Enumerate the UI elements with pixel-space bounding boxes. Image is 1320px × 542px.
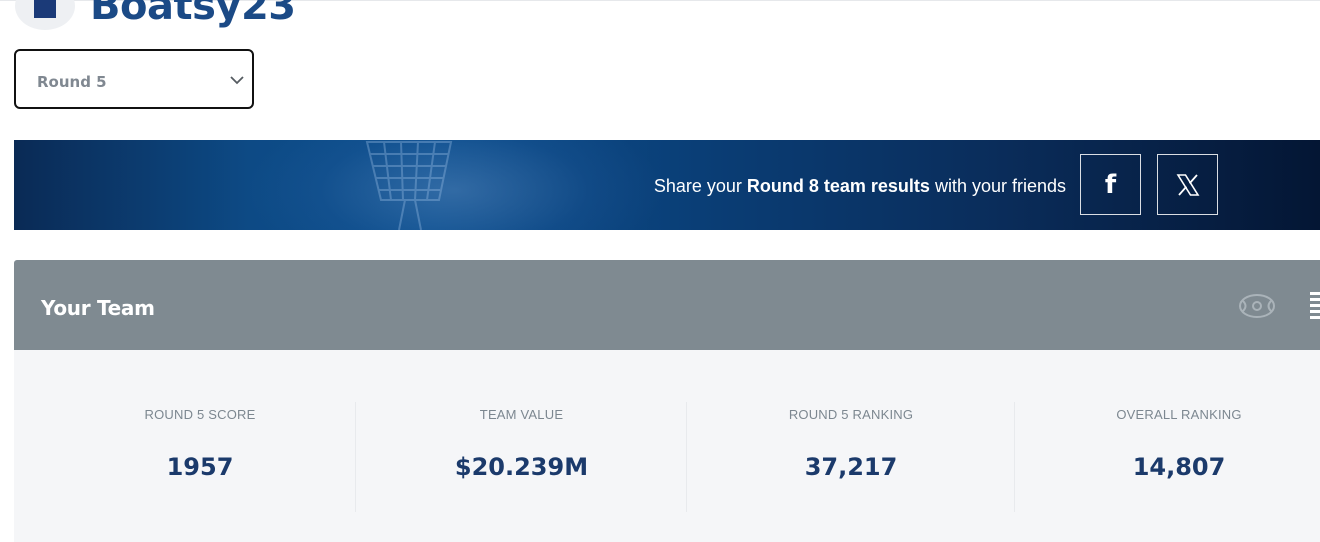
guernsey-icon bbox=[34, 0, 56, 18]
team-name: Boatsy23 bbox=[90, 0, 296, 29]
team-stats: ROUND 5 SCORE 1957 TEAM VALUE $20.239M R… bbox=[14, 350, 1320, 542]
share-message: Share your Round 8 team results with you… bbox=[654, 176, 1066, 197]
round-select[interactable]: Round 5 bbox=[14, 49, 254, 109]
stat-value: 14,807 bbox=[1132, 453, 1226, 481]
stat-value: 1957 bbox=[166, 453, 234, 481]
your-team-title: Your Team bbox=[41, 296, 155, 320]
chevron-down-icon bbox=[230, 76, 244, 85]
stat-round-score: ROUND 5 SCORE 1957 bbox=[35, 350, 365, 542]
stadium-light-tower-graphic bbox=[365, 141, 453, 230]
stat-value: 37,217 bbox=[804, 453, 898, 481]
stat-label: OVERALL RANKING bbox=[1116, 407, 1242, 422]
your-team-header: Your Team bbox=[14, 260, 1320, 350]
facebook-icon: f bbox=[1104, 169, 1117, 200]
field-view-icon[interactable] bbox=[1238, 293, 1276, 319]
share-text-before: Share your bbox=[653, 176, 747, 196]
stat-label: ROUND 5 RANKING bbox=[788, 407, 914, 422]
x-icon bbox=[1176, 173, 1199, 196]
stat-overall-ranking: OVERALL RANKING 14,807 bbox=[1015, 350, 1320, 542]
stat-round-ranking: ROUND 5 RANKING 37,217 bbox=[687, 350, 1015, 542]
share-text-round: Round 8 team results bbox=[746, 176, 930, 196]
stat-value: $20.239M bbox=[454, 453, 589, 481]
share-banner: Share your Round 8 team results with you… bbox=[14, 140, 1320, 230]
round-select-value: Round 5 bbox=[37, 73, 107, 91]
share-text-after: with your friends bbox=[929, 176, 1066, 196]
facebook-share-button[interactable]: f bbox=[1080, 154, 1141, 215]
stat-label: ROUND 5 SCORE bbox=[144, 407, 256, 422]
stat-team-value: TEAM VALUE $20.239M bbox=[356, 350, 687, 542]
list-view-icon[interactable] bbox=[1310, 292, 1320, 320]
page: Boatsy23 Round 5 Share your Round 8 team… bbox=[0, 0, 1320, 542]
team-avatar bbox=[15, 0, 75, 30]
x-share-button[interactable] bbox=[1157, 154, 1218, 215]
stat-label: TEAM VALUE bbox=[479, 407, 564, 422]
